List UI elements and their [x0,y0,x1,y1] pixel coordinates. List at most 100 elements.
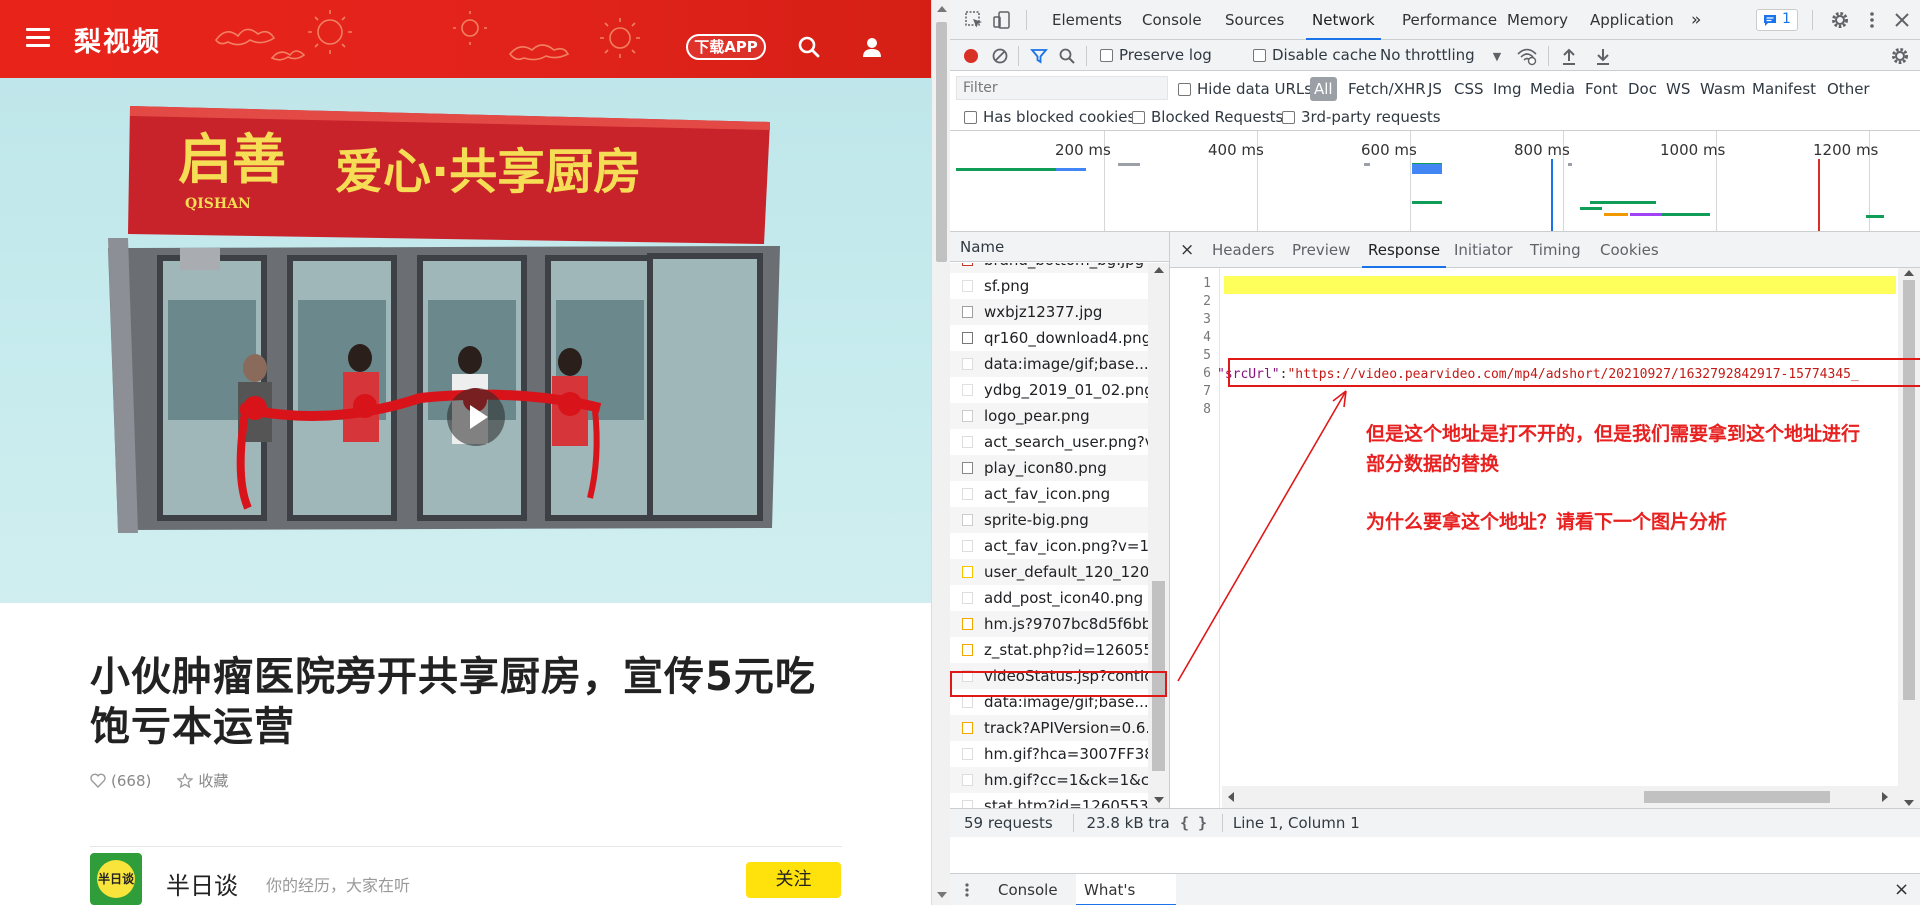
tab-application[interactable]: Application [1590,0,1674,40]
drawer-tab-whats-new[interactable]: What's New× [1076,874,1176,905]
pretty-print-icon[interactable]: { } [1180,814,1207,832]
request-row[interactable]: track?APIVersion=0.6.0&... [950,715,1148,741]
hide-data-urls-checkbox[interactable]: Hide data URLs [1178,77,1312,101]
request-row[interactable]: stat.htm?id=1260553744... [950,793,1148,808]
network-overview-timeline[interactable]: 200 ms 400 ms 600 ms 800 ms 1000 ms 1200… [950,131,1920,232]
name-column-header[interactable]: Name [950,232,1169,262]
tab-elements[interactable]: Elements [1052,0,1122,40]
import-har-icon[interactable] [1560,46,1578,66]
request-row[interactable]: logo_pear.png [950,403,1148,429]
request-row[interactable]: act_fav_icon.png?v=1811 [950,533,1148,559]
tab-initiator[interactable]: Initiator [1454,232,1513,268]
inspect-element-icon[interactable] [964,10,984,30]
request-row[interactable]: sprite-big.png [950,507,1148,533]
page-scrollbar[interactable] [931,0,950,905]
menu-icon[interactable] [26,28,50,48]
third-party-requests-checkbox[interactable]: 3rd-party requests [1282,108,1441,126]
request-row[interactable]: hm.gif?hca=3007FF38A4... [950,741,1148,767]
request-row[interactable]: play_icon80.png [950,455,1148,481]
filter-doc[interactable]: Doc [1628,77,1657,101]
search-icon[interactable] [1058,47,1076,65]
tab-performance[interactable]: Performance [1402,0,1497,40]
scroll-up-arrow[interactable] [1154,267,1164,273]
request-row[interactable]: ydbg_2019_01_02.png [950,377,1148,403]
collect-button[interactable]: 收藏 [177,770,228,791]
tab-cookies[interactable]: Cookies [1600,232,1659,268]
response-horizontal-scrollbar[interactable] [1222,786,1898,808]
request-row[interactable]: hm.js?9707bc8d5f6bba2... [950,611,1148,637]
network-conditions-icon[interactable] [1516,46,1538,66]
kebab-menu-icon[interactable] [1862,10,1882,30]
close-detail-icon[interactable]: × [1180,232,1194,268]
request-row[interactable]: act_fav_icon.png [950,481,1148,507]
network-settings-gear-icon[interactable] [1890,46,1910,66]
tab-network[interactable]: Network [1306,0,1381,40]
author-avatar[interactable]: 半日谈 [90,853,142,905]
request-list-scrollbar[interactable] [1148,263,1169,808]
site-logo[interactable]: 梨视频 [74,20,161,59]
filter-manifest[interactable]: Manifest [1752,77,1816,101]
drawer-tab-console[interactable]: Console [998,874,1058,905]
request-row[interactable]: qr160_download4.png [950,325,1148,351]
filter-all[interactable]: All [1310,77,1337,101]
follow-button[interactable]: 关注 [746,862,841,898]
scrollbar-thumb[interactable] [936,22,947,262]
request-row[interactable]: data:image/gif;base... [950,351,1148,377]
request-row[interactable]: add_post_icon40.png [950,585,1148,611]
request-row[interactable]: act_search_user.png?v=3 [950,429,1148,455]
tab-timing[interactable]: Timing [1530,232,1581,268]
request-row[interactable]: wxbjz12377.jpg [950,299,1148,325]
request-row[interactable]: hm.gif?cc=1&ck=1&cl=2... [950,767,1148,793]
request-row[interactable]: brand_bottom_bg.jpg [950,263,1148,273]
preserve-log-checkbox[interactable]: Preserve log [1100,40,1212,71]
filter-input[interactable]: Filter [956,76,1168,100]
scroll-down-arrow[interactable] [1154,797,1164,803]
play-icon[interactable] [447,388,505,446]
like-button[interactable]: (668) [90,772,151,790]
scroll-up-arrow[interactable] [1904,270,1914,276]
has-blocked-cookies-checkbox[interactable]: Has blocked cookies [964,108,1135,126]
filter-wasm[interactable]: Wasm [1700,77,1746,101]
filter-img[interactable]: Img [1493,77,1522,101]
blocked-requests-checkbox[interactable]: Blocked Requests [1132,108,1283,126]
filter-css[interactable]: CSS [1454,77,1484,101]
tab-memory[interactable]: Memory [1507,0,1568,40]
record-icon[interactable] [962,47,980,65]
clear-icon[interactable] [991,47,1009,65]
request-row[interactable]: sf.png [950,273,1148,299]
filter-fetch-xhr[interactable]: Fetch/XHR [1348,77,1426,101]
filter-other[interactable]: Other [1827,77,1870,101]
request-row[interactable]: user_default_120_120.png [950,559,1148,585]
filter-ws[interactable]: WS [1666,77,1690,101]
disable-cache-checkbox[interactable]: Disable cache [1253,40,1377,71]
settings-gear-icon[interactable] [1830,10,1850,30]
device-toolbar-icon[interactable] [992,10,1012,30]
scrollbar-thumb[interactable] [1903,280,1915,700]
issues-badge[interactable]: 1 [1756,9,1798,31]
tab-sources[interactable]: Sources [1225,0,1284,40]
filter-media[interactable]: Media [1530,77,1575,101]
throttling-select[interactable]: No throttling ▼ [1380,40,1501,71]
tab-preview[interactable]: Preview [1292,232,1350,268]
export-har-icon[interactable] [1594,46,1612,66]
tab-response[interactable]: Response [1362,232,1447,268]
author-name[interactable]: 半日谈 [166,866,238,901]
tab-headers[interactable]: Headers [1212,232,1274,268]
drawer-menu-icon[interactable] [964,882,970,898]
scroll-up-arrow[interactable] [937,6,947,12]
filter-js[interactable]: JS [1428,77,1442,101]
search-icon[interactable] [797,35,821,59]
scroll-left-arrow[interactable] [1228,792,1234,802]
video-player[interactable]: 启善 QISHAN 爱心·共享厨房 [0,78,931,603]
close-drawer-icon[interactable]: × [1894,874,1909,905]
more-tabs-button[interactable]: » [1691,0,1701,40]
filter-funnel-icon[interactable] [1030,47,1048,65]
response-vertical-scrollbar[interactable] [1898,268,1920,808]
tab-console[interactable]: Console [1142,0,1202,40]
user-icon[interactable] [860,35,884,59]
download-app-button[interactable]: 下载APP [686,34,766,60]
scroll-down-arrow[interactable] [937,892,947,898]
close-devtools-icon[interactable] [1892,10,1912,30]
filter-font[interactable]: Font [1585,77,1618,101]
scroll-right-arrow[interactable] [1882,792,1888,802]
